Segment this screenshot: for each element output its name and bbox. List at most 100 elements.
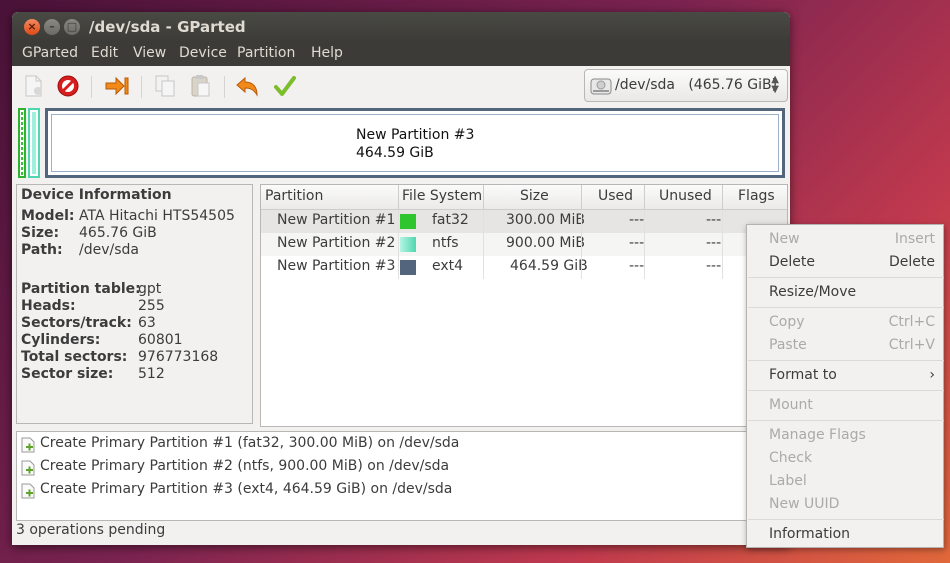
info-heads: 255	[138, 298, 165, 314]
new-partition-button[interactable]	[19, 71, 49, 101]
menu-bar: GParted Edit View Device Partition Help	[12, 42, 790, 66]
partition-3-map-label: New Partition #3	[356, 127, 475, 143]
info-model: ATA Hitachi HTS54505	[79, 208, 235, 224]
partition-2-block[interactable]	[28, 108, 40, 178]
menu-gparted[interactable]: GParted	[22, 45, 78, 61]
menu-item-new-uuid[interactable]: New UUID	[747, 493, 943, 515]
ntfs-color-swatch	[400, 237, 416, 252]
copy-icon	[155, 75, 175, 97]
menu-item-information[interactable]: Information	[747, 523, 943, 545]
partition-unused: ---	[706, 212, 722, 228]
partition-filesystem: ext4	[432, 258, 464, 274]
menu-item-new[interactable]: New Insert	[747, 228, 943, 250]
info-key: Total sectors:	[21, 349, 128, 365]
resize-move-icon	[105, 76, 129, 96]
menu-view[interactable]: View	[133, 45, 166, 61]
column-header-partition[interactable]: Partition	[265, 188, 323, 204]
column-header-used[interactable]: Used	[598, 188, 633, 204]
apply-icon	[274, 76, 296, 96]
operation-text: Create Primary Partition #2 (ntfs, 900.0…	[40, 458, 450, 474]
new-partition-op-icon	[21, 460, 35, 476]
partition-3-map-size: 464.59 GiB	[356, 145, 434, 161]
partition-filesystem: fat32	[432, 212, 469, 228]
status-bar-text: 3 operations pending	[16, 522, 166, 538]
partition-name: New Partition #1	[277, 212, 396, 228]
undo-button[interactable]	[233, 71, 263, 101]
resize-move-button[interactable]	[102, 71, 132, 101]
paste-button[interactable]	[185, 71, 215, 101]
menu-device[interactable]: Device	[179, 45, 227, 61]
partition-unused: ---	[706, 258, 722, 274]
new-icon	[25, 75, 42, 97]
column-header-unused[interactable]: Unused	[659, 188, 712, 204]
copy-button[interactable]	[150, 71, 180, 101]
menu-item-paste[interactable]: Paste Ctrl+V	[747, 334, 943, 356]
menu-help[interactable]: Help	[311, 45, 343, 61]
info-key: Sector size:	[21, 366, 114, 382]
info-key: Heads:	[21, 298, 76, 314]
gparted-window: × – □ /dev/sda - GParted GParted Edit Vi…	[12, 12, 790, 545]
menu-edit[interactable]: Edit	[91, 45, 118, 61]
menu-item-resize-move[interactable]: Resize/Move	[747, 281, 943, 303]
partition-row-3[interactable]: New Partition #3 ext4 464.59 GiB --- ---	[261, 256, 787, 279]
menu-item-format-to[interactable]: Format to ›	[747, 364, 943, 386]
maximize-window-button[interactable]: □	[64, 19, 80, 35]
new-partition-op-icon	[21, 483, 35, 499]
operation-text: Create Primary Partition #3 (ext4, 464.5…	[40, 481, 453, 497]
info-key: Size:	[21, 225, 60, 241]
title-bar[interactable]: × – □ /dev/sda - GParted	[12, 12, 790, 42]
device-information-panel: Device Information Model: ATA Hitachi HTS…	[16, 184, 253, 424]
close-window-button[interactable]: ×	[24, 19, 40, 35]
column-header-size[interactable]: Size	[520, 188, 549, 204]
partition-size: 300.00 MiB	[506, 212, 586, 228]
window-title: /dev/sda - GParted	[89, 18, 246, 36]
delete-partition-button[interactable]	[53, 71, 83, 101]
partition-row-2[interactable]: New Partition #2 ntfs 900.00 MiB --- ---	[261, 233, 787, 256]
harddisk-icon	[590, 78, 612, 95]
pending-operations-list: Create Primary Partition #1 (fat32, 300.…	[16, 431, 788, 521]
updown-arrow-icon: ▲ ▼	[771, 74, 779, 95]
menu-item-copy[interactable]: Copy Ctrl+C	[747, 311, 943, 333]
fat32-color-swatch	[400, 214, 416, 229]
delete-icon	[57, 75, 79, 97]
info-total-sectors: 976773168	[138, 349, 219, 365]
partition-used: ---	[629, 258, 645, 274]
partition-unused: ---	[706, 235, 722, 251]
column-header-filesystem[interactable]: File System	[402, 188, 482, 204]
partition-filesystem: ntfs	[432, 235, 459, 251]
menu-item-check[interactable]: Check	[747, 447, 943, 469]
partition-size: 464.59 GiB	[510, 258, 588, 274]
new-partition-op-icon	[21, 437, 35, 453]
device-information-heading: Device Information	[21, 187, 172, 203]
partition-used: ---	[629, 212, 645, 228]
paste-icon	[191, 75, 210, 97]
partition-size: 900.00 MiB	[506, 235, 586, 251]
menu-item-label[interactable]: Label	[747, 470, 943, 492]
ext4-color-swatch	[400, 260, 416, 275]
info-sector-size: 512	[138, 366, 165, 382]
device-selector[interactable]: /dev/sda (465.76 GiB) ▲ ▼	[584, 69, 788, 102]
menu-item-mount[interactable]: Mount	[747, 394, 943, 416]
partition-table: Partition File System Size Used Unused F…	[260, 184, 788, 427]
info-key: Model:	[21, 208, 75, 224]
partition-1-block[interactable]	[18, 108, 26, 178]
minimize-window-button[interactable]: –	[44, 19, 60, 35]
partition-3-block[interactable]: New Partition #3 464.59 GiB	[45, 108, 785, 178]
undo-icon	[236, 76, 258, 97]
column-header-flags[interactable]: Flags	[738, 188, 775, 204]
device-path: /dev/sda	[615, 77, 675, 93]
partition-row-1[interactable]: New Partition #1 fat32 300.00 MiB --- --…	[261, 210, 787, 233]
info-key: Path:	[21, 242, 63, 258]
partition-table-header: Partition File System Size Used Unused F…	[261, 185, 787, 210]
partition-name: New Partition #3	[277, 258, 396, 274]
partition-context-menu: New Insert Delete Delete Resize/Move Cop…	[746, 224, 944, 548]
device-size: (465.76 GiB)	[688, 77, 778, 93]
partition-name: New Partition #2	[277, 235, 396, 251]
menu-partition[interactable]: Partition	[237, 45, 295, 61]
apply-button[interactable]	[270, 71, 300, 101]
menu-item-delete[interactable]: Delete Delete	[747, 251, 943, 273]
menu-item-manage-flags[interactable]: Manage Flags	[747, 424, 943, 446]
info-path: /dev/sda	[79, 242, 139, 258]
operation-text: Create Primary Partition #1 (fat32, 300.…	[40, 435, 460, 451]
disk-map: New Partition #3 464.59 GiB	[18, 108, 785, 178]
